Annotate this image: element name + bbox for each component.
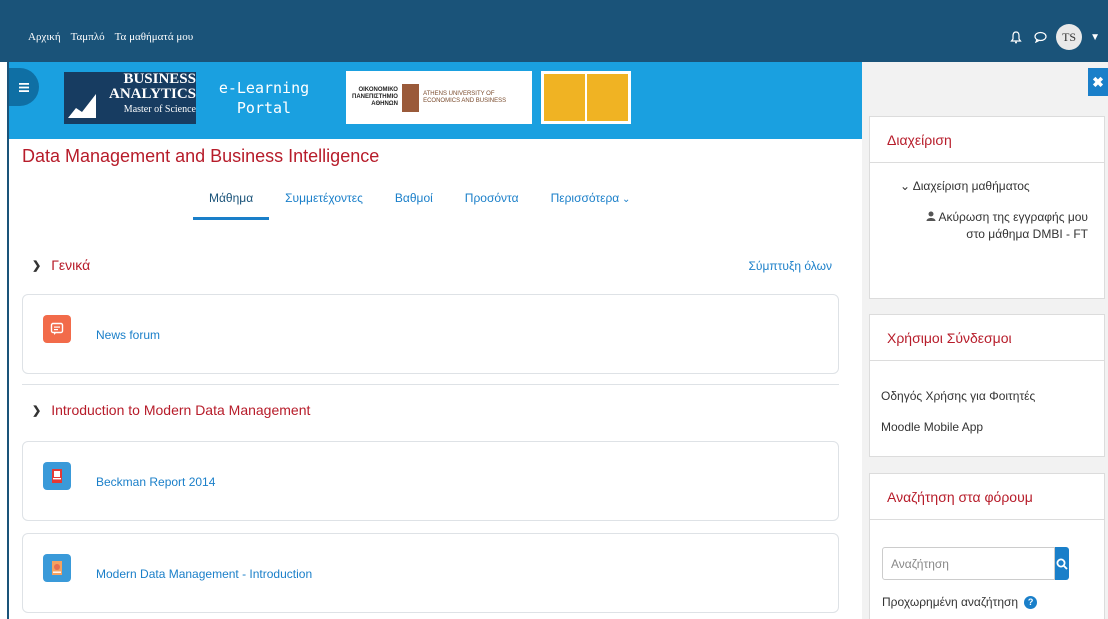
link-moodle-mobile[interactable]: Moodle Mobile App [881, 412, 1093, 443]
department-logo [541, 71, 631, 124]
aueb-logo: ΟΙΚΟΝΟΜΙΚΟ ΠΑΝΕΠΙΣΤΗΜΙΟ ΑΘΗΝΩΝ ATHENS UN… [346, 71, 532, 124]
forum-search-title: Αναζήτηση στα φόρουμ [870, 474, 1104, 520]
bell-icon[interactable] [1008, 29, 1024, 45]
menu-icon [19, 82, 29, 92]
user-avatar[interactable]: TS [1056, 24, 1083, 50]
nav-home-link[interactable]: Αρχική [28, 31, 61, 43]
tab-more[interactable]: Περισσότερα [535, 186, 647, 220]
activity-news-forum[interactable]: News forum [22, 294, 839, 374]
logo-line-3: Master of Science [123, 104, 196, 115]
forum-search-button[interactable] [1055, 547, 1069, 580]
department-logo-block-left [544, 74, 585, 121]
search-icon [1056, 558, 1068, 570]
activity-link[interactable]: Modern Data Management - Introduction [96, 567, 312, 581]
activity-link[interactable]: News forum [96, 328, 160, 342]
user-menu-area: TS ▼ [1008, 24, 1100, 50]
help-icon[interactable]: ? [1024, 595, 1038, 609]
forum-search-input[interactable] [882, 547, 1055, 580]
admin-block: Διαχείριση ⌄ Διαχείριση μαθήματος Ακύρωσ… [869, 116, 1105, 299]
close-icon: ✖ [1092, 73, 1104, 90]
chat-icon[interactable] [1032, 29, 1048, 45]
link-student-guide[interactable]: Οδηγός Χρήσης για Φοιτητές [881, 381, 1093, 412]
advanced-search-label: Προχωρημένη αναζήτηση [882, 595, 1019, 609]
top-nav: Αρχική Ταμπλό Τα μαθήματά μου [28, 31, 193, 43]
nav-my-courses-link[interactable]: Τα μαθήματά μου [115, 31, 194, 43]
useful-links-block: Χρήσιμοι Σύνδεσμοι Οδηγός Χρήσης για Φοι… [869, 314, 1105, 457]
section-title: Γενικά [51, 257, 91, 273]
section-divider [22, 384, 839, 385]
department-logo-block-right [587, 74, 628, 121]
nav-dashboard-link[interactable]: Ταμπλό [71, 31, 105, 43]
admin-block-title: Διαχείριση [870, 117, 1104, 163]
tab-participants[interactable]: Συμμετέχοντες [269, 186, 379, 220]
portal-title: e-Learning Portal [214, 78, 314, 118]
forum-search-block: Αναζήτηση στα φόρουμ Προχωρημένη αναζήτη… [869, 473, 1105, 619]
aueb-english-name: ATHENS UNIVERSITY OF ECONOMICS AND BUSIN… [423, 90, 507, 104]
presentation-icon [43, 554, 71, 582]
tab-competencies[interactable]: Προσόντα [449, 186, 535, 220]
course-title: Data Management and Business Intelligenc… [22, 146, 380, 166]
user-icon [926, 210, 939, 224]
useful-links-title: Χρήσιμοι Σύνδεσμοι [870, 315, 1104, 361]
left-border [7, 62, 9, 619]
section-header-general[interactable]: ❯ Γενικά [32, 257, 90, 273]
course-admin-item[interactable]: ⌄ Διαχείριση μαθήματος [900, 179, 1030, 193]
pdf-icon [43, 462, 71, 490]
aueb-greek-name: ΟΙΚΟΝΟΜΙΚΟ ΠΑΝΕΠΙΣΤΗΜΙΟ ΑΘΗΝΩΝ [352, 87, 398, 107]
forum-icon [43, 315, 71, 343]
course-tabs: Μάθημα Συμμετέχοντες Βαθμοί Προσόντα Περ… [193, 186, 646, 220]
chevron-down-icon: ❯ [32, 259, 42, 272]
portal-line-2: Portal [236, 99, 292, 117]
aueb-seal-icon [401, 83, 420, 112]
section-header-intro[interactable]: ❯ Introduction to Modern Data Management [32, 402, 310, 418]
unenrol-link[interactable]: Ακύρωση της εγγραφής μου στο μάθημα DMBI… [918, 209, 1088, 243]
advanced-search-link[interactable]: Προχωρημένη αναζήτηση ? [882, 595, 1038, 609]
chevron-down-icon: ❯ [32, 404, 42, 417]
activity-link[interactable]: Beckman Report 2014 [96, 475, 215, 489]
collapse-all-link[interactable]: Σύμπτυξη όλων [749, 259, 833, 273]
logo-line-2: ANALYTICS [109, 86, 196, 102]
chevron-down-icon[interactable]: ▼ [1090, 32, 1100, 43]
section-title: Introduction to Modern Data Management [51, 402, 311, 418]
portal-line-1: e-Learning [218, 79, 310, 97]
logo-text: BUSINESS ANALYTICS Master of Science [72, 72, 196, 116]
close-drawer-button[interactable]: ✖ [1088, 68, 1108, 96]
logo-line-1: BUSINESS [123, 71, 196, 87]
tab-course[interactable]: Μάθημα [193, 186, 270, 220]
activity-modern-data-management[interactable]: Modern Data Management - Introduction [22, 533, 839, 613]
course-admin-label: Διαχείριση μαθήματος [912, 179, 1030, 193]
useful-links-list: Οδηγός Χρήσης για Φοιτητές Moodle Mobile… [870, 361, 1104, 463]
unenrol-label: Ακύρωση της εγγραφής μου στο μάθημα DMBI… [938, 210, 1088, 241]
chevron-down-icon: ⌄ [900, 179, 911, 193]
tab-grades[interactable]: Βαθμοί [379, 186, 449, 220]
forum-search-form [882, 547, 1069, 580]
activity-beckman-report[interactable]: Beckman Report 2014 [22, 441, 839, 521]
